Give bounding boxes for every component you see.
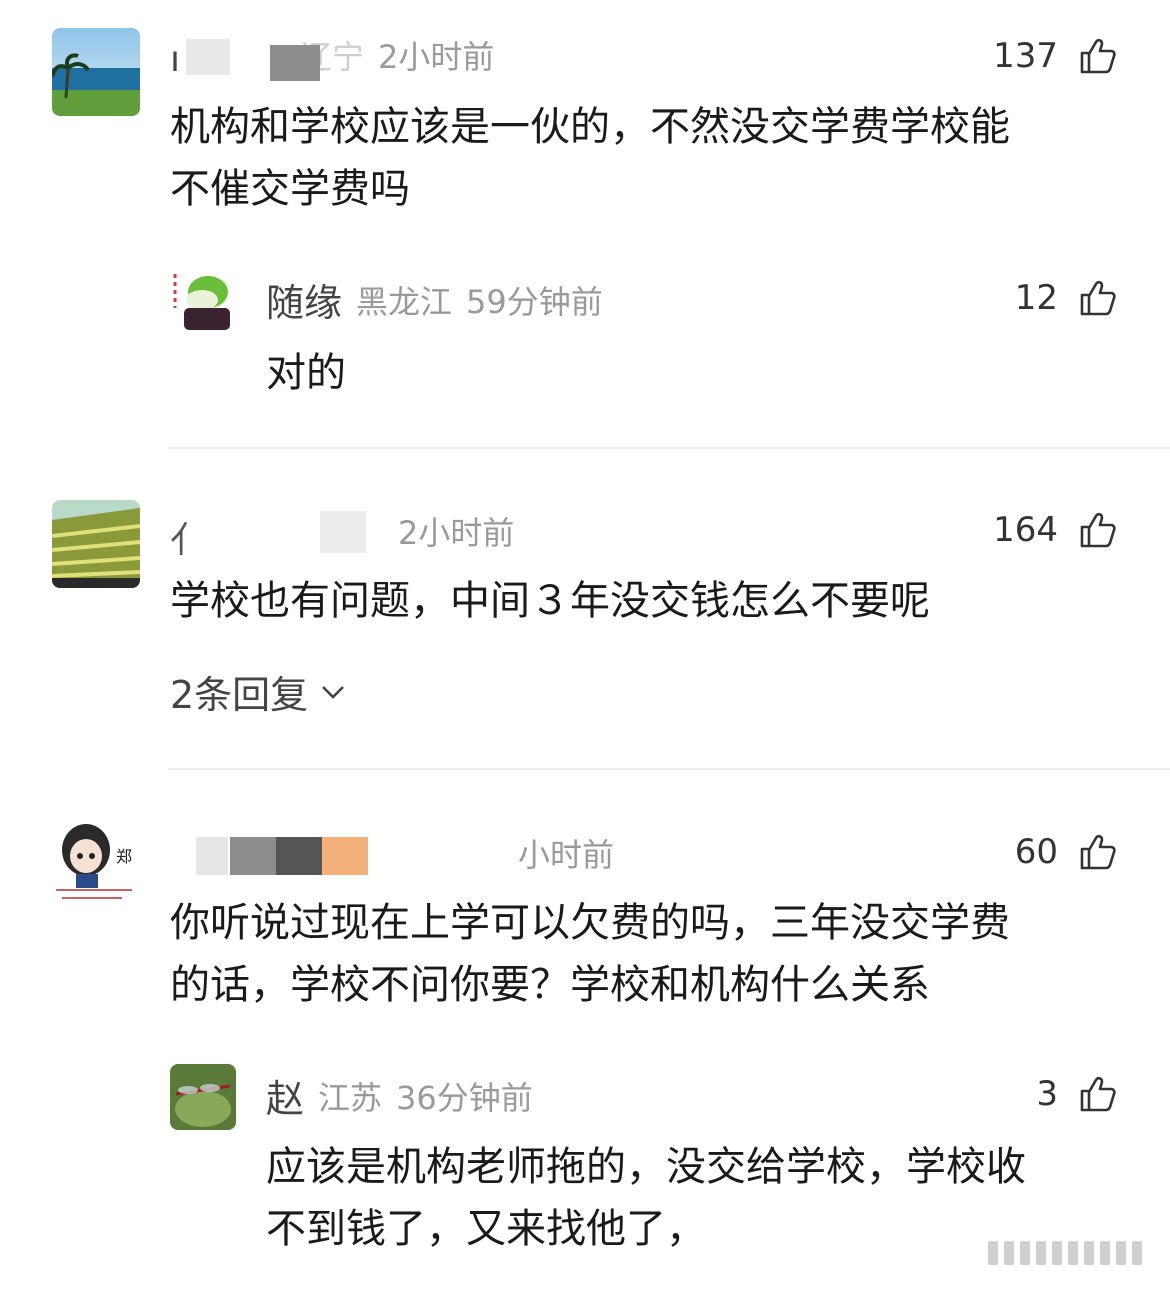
reply-like-button[interactable]: 3 xyxy=(1036,1074,1118,1114)
username-redacted[interactable]: 亻 xyxy=(170,509,370,561)
comment-text-line: 你听说过现在上学可以欠费的吗，三年没交学费 xyxy=(170,900,1010,946)
reply-location: 黑龙江 xyxy=(356,282,453,321)
comment-time: 2小时前 xyxy=(398,514,515,552)
comment-text-line: 学校也有问题，中间３年没交钱怎么不要呢 xyxy=(170,578,930,624)
avatar-seal-char: 郑 xyxy=(116,847,132,866)
thumbs-up-icon xyxy=(1080,834,1116,870)
user-avatar[interactable] xyxy=(52,28,140,116)
reply-username[interactable]: 赵 xyxy=(266,1068,304,1123)
reply-text-line: 应该是机构老师拖的，没交给学校，学校收 xyxy=(266,1144,1026,1190)
reply-username[interactable]: 随缘 xyxy=(266,272,342,327)
comment-time: 小时前 xyxy=(518,836,615,874)
thumbs-up-icon xyxy=(1080,1076,1116,1112)
like-button[interactable]: 164 xyxy=(993,510,1118,550)
comment-text-line: 的话，学校不问你要？学校和机构什么关系 xyxy=(170,962,930,1008)
comment-text: 你听说过现在上学可以欠费的吗，三年没交学费 的话，学校不问你要？学校和机构什么关… xyxy=(170,892,1010,1016)
username-redacted[interactable] xyxy=(170,831,370,875)
like-count: 164 xyxy=(993,510,1058,550)
user-avatar[interactable]: 郑 xyxy=(52,818,140,906)
comment-meta: 小时前 xyxy=(170,830,614,876)
reply-time: 59分钟前 xyxy=(466,282,603,321)
view-replies-link[interactable]: 2条回复 xyxy=(170,664,348,719)
reply-like-button[interactable]: 12 xyxy=(1015,278,1118,318)
divider xyxy=(168,768,1170,770)
reply-location: 江苏 xyxy=(318,1078,383,1117)
username-redacted[interactable]: ı xyxy=(170,33,370,81)
reply-avatar[interactable] xyxy=(170,1064,236,1130)
like-button[interactable]: 137 xyxy=(993,36,1118,76)
watermark xyxy=(988,1241,1142,1265)
divider xyxy=(168,447,1170,449)
comment-meta: 亻 2小时前 xyxy=(170,508,515,561)
comment-text-line: 机构和学校应该是一伙的，不然没交学费学校能 xyxy=(170,104,1010,150)
comment-text: 学校也有问题，中间３年没交钱怎么不要呢 xyxy=(170,570,930,632)
replies-count-label: 2条回复 xyxy=(170,673,309,717)
reply-text-line: 不到钱了，又来找他了， xyxy=(266,1206,706,1252)
thumbs-up-icon xyxy=(1080,38,1116,74)
thumbs-up-icon xyxy=(1080,512,1116,548)
like-count: 3 xyxy=(1036,1074,1058,1114)
user-avatar[interactable] xyxy=(52,500,140,588)
like-count: 12 xyxy=(1014,278,1058,318)
thumbs-up-icon xyxy=(1080,280,1116,316)
comment-time: 2小时前 xyxy=(378,38,495,76)
comment-text-line: 不催交学费吗 xyxy=(170,166,410,212)
like-count: 60 xyxy=(1014,832,1058,872)
like-count: 137 xyxy=(993,36,1058,76)
reply-meta: 随缘 黑龙江 59分钟前 xyxy=(266,272,603,327)
reply-time: 36分钟前 xyxy=(396,1078,533,1117)
chevron-down-icon xyxy=(322,685,345,699)
reply-text: 对的 xyxy=(266,350,346,396)
like-button[interactable]: 60 xyxy=(1015,832,1118,872)
reply-text: 应该是机构老师拖的，没交给学校，学校收 不到钱了，又来找他了， xyxy=(266,1136,1026,1260)
comment-text: 机构和学校应该是一伙的，不然没交学费学校能 不催交学费吗 xyxy=(170,96,1010,220)
reply-avatar[interactable] xyxy=(170,268,236,334)
comment-meta: ı 辽宁 2小时前 xyxy=(170,32,495,81)
reply-meta: 赵 江苏 36分钟前 xyxy=(266,1068,533,1123)
